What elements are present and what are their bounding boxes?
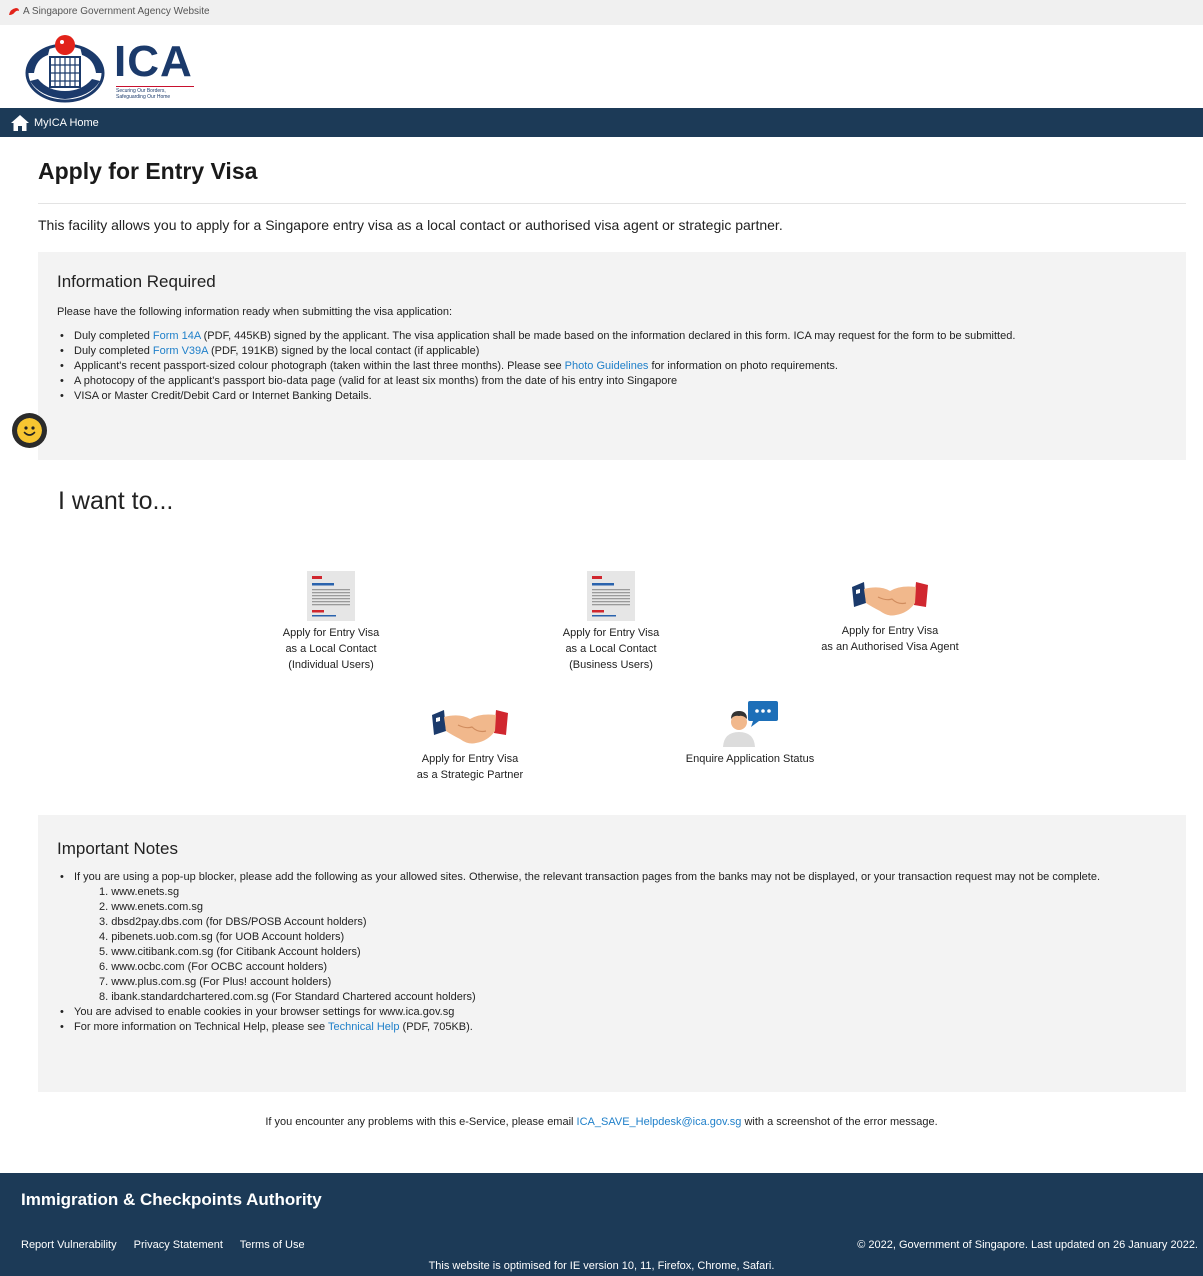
list-item: 5. www.citibank.com.sg (for Citibank Acc… — [99, 946, 361, 958]
list-item: 7. www.plus.com.sg (For Plus! account ho… — [99, 976, 332, 988]
logo-tagline: Securing Our Borders, Safeguarding Our H… — [116, 88, 206, 100]
myica-home-label: MyICA Home — [34, 117, 99, 129]
list-item: A photocopy of the applicant's passport … — [57, 374, 1167, 389]
list-item: For more information on Technical Help, … — [57, 1020, 1167, 1035]
helpdesk-message: If you encounter any problems with this … — [265, 1116, 938, 1128]
list-item: You are advised to enable cookies in you… — [57, 1005, 1167, 1020]
important-notes-heading: Important Notes — [57, 839, 178, 858]
important-notes-list: If you are using a pop-up blocker, pleas… — [57, 870, 1167, 1035]
footer: Immigration & Checkpoints Authority Repo… — [0, 1173, 1203, 1276]
apply-local-contact-business-tile[interactable]: Apply for Entry Visa as a Local Contact (B… — [535, 571, 687, 673]
list-item: 6. www.ocbc.com (For OCBC account holder… — [99, 961, 328, 973]
ica-crest-icon[interactable] — [20, 33, 110, 105]
apply-local-contact-individual-tile[interactable]: Apply for Entry Visa as a Local Contact (I… — [255, 571, 407, 673]
apply-strategic-partner-tile[interactable]: Apply for Entry Visa as a Strategic Partn… — [395, 707, 545, 783]
list-item: Applicant's recent passport-sized colour… — [57, 359, 1167, 374]
list-item: Duly completed Form 14A (PDF, 445KB) sig… — [57, 329, 1167, 344]
handshake-icon — [432, 710, 508, 744]
list-item: VISA or Master Credit/Debit Card or Inte… — [57, 389, 1167, 404]
information-required-lead: Please have the following information re… — [57, 306, 453, 318]
copyright-text: © 2022, Government of Singapore. Last up… — [857, 1239, 1198, 1251]
information-required-heading: Information Required — [57, 272, 216, 291]
allowed-sites-list: 1. www.enets.sg 2. www.enets.com.sg 3. d… — [74, 885, 1167, 1005]
tile-label: Apply for Entry Visa as a Local Contact (I… — [282, 627, 380, 671]
title-divider — [38, 203, 1186, 204]
privacy-statement-link[interactable]: Privacy Statement — [134, 1239, 223, 1251]
list-item: 3. dbsd2pay.dbs.com (for DBS/POSB Accoun… — [99, 916, 367, 928]
ica-logo-text[interactable]: ICA — [114, 40, 193, 84]
i-want-to-heading: I want to... — [58, 487, 174, 515]
merlion-icon — [9, 8, 19, 15]
list-item: 4. pibenets.uob.com.sg (for UOB Account … — [99, 931, 345, 943]
feedback-smiley-button[interactable] — [12, 413, 47, 448]
document-form-icon — [587, 571, 635, 621]
tile-label: Apply for Entry Visa as an Authorised Vis… — [821, 625, 959, 653]
footer-title: Immigration & Checkpoints Authority — [21, 1190, 322, 1209]
form-v39a-link[interactable]: Form V39A — [153, 345, 208, 357]
helpdesk-email-link[interactable]: ICA_SAVE_Helpdesk@ica.gov.sg — [577, 1116, 742, 1128]
enquire-application-status-tile[interactable]: Enquire Application Status — [665, 699, 835, 767]
photo-guidelines-link[interactable]: Photo Guidelines — [565, 360, 649, 372]
page-intro: This facility allows you to apply for a … — [38, 217, 783, 233]
header: ICA Securing Our Borders, Safeguarding O… — [0, 25, 1203, 108]
list-item: 2. www.enets.com.sg — [99, 901, 203, 913]
tile-label: Apply for Entry Visa as a Strategic Partn… — [416, 753, 524, 781]
tile-label: Apply for Entry Visa as a Local Contact (B… — [562, 627, 660, 671]
myica-home-link[interactable]: MyICA Home — [10, 113, 99, 133]
document-form-icon — [307, 571, 355, 621]
information-required-panel: Information Required Please have the fol… — [38, 252, 1186, 460]
home-icon — [11, 115, 29, 131]
page-title: Apply for Entry Visa — [38, 158, 258, 184]
logo-divider — [116, 86, 194, 87]
information-required-list: Duly completed Form 14A (PDF, 445KB) sig… — [57, 329, 1167, 404]
report-vulnerability-link[interactable]: Report Vulnerability — [21, 1239, 117, 1251]
logo-tagline-line-2: Safeguarding Our Home — [116, 94, 171, 100]
list-item: 8. ibank.standardchartered.com.sg (For S… — [99, 991, 476, 1003]
customer-support-chat-icon — [723, 701, 778, 747]
browser-optimisation-note: This website is optimised for IE version… — [428, 1260, 775, 1272]
technical-help-link[interactable]: Technical Help — [328, 1021, 400, 1033]
footer-links: Report Vulnerability Privacy Statement T… — [21, 1239, 319, 1251]
terms-of-use-link[interactable]: Terms of Use — [240, 1239, 305, 1251]
list-item: Duly completed Form V39A (PDF, 191KB) si… — [57, 344, 1167, 359]
government-masthead-text: A Singapore Government Agency Website — [23, 6, 210, 17]
tile-label: Enquire Application Status — [685, 753, 815, 765]
government-masthead: A Singapore Government Agency Website — [0, 0, 1203, 25]
form-14a-link[interactable]: Form 14A — [153, 330, 201, 342]
apply-authorised-visa-agent-tile[interactable]: Apply for Entry Visa as an Authorised Vis… — [795, 579, 985, 655]
smiley-face-icon — [17, 418, 42, 443]
navigation-bar: MyICA Home — [0, 108, 1203, 137]
list-item: If you are using a pop-up blocker, pleas… — [57, 870, 1167, 1005]
handshake-icon — [852, 582, 928, 616]
list-item: 1. www.enets.sg — [99, 886, 180, 898]
important-notes-panel: Important Notes If you are using a pop-u… — [38, 815, 1186, 1092]
